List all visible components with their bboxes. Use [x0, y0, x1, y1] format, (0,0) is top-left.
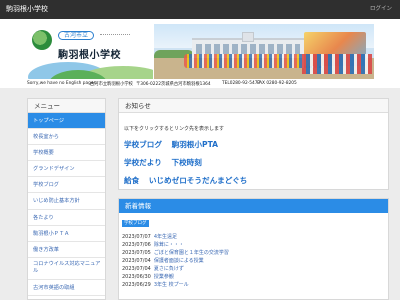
notice-links-row-1: 学校ブログ 駒羽根小PTA	[124, 139, 225, 150]
notice-heading: お知らせ	[119, 99, 388, 113]
sidebar-item-pta[interactable]: 駒羽根小ＰＴＡ	[28, 226, 105, 242]
school-blog-link[interactable]: 学校ブログ	[124, 140, 162, 149]
header-photo	[154, 24, 374, 79]
sidebar-item-top[interactable]: トップページ	[28, 113, 105, 130]
pta-link[interactable]: 駒羽根小PTA	[172, 140, 218, 149]
sidebar-item-overview[interactable]: 学校概要	[28, 145, 105, 162]
news-heading: 新着情報	[119, 199, 388, 213]
sidebar-item-principal[interactable]: 校長室から	[28, 129, 105, 146]
notice-panel: お知らせ 以下をクリックするとリンク先を表示します 学校ブログ 駒羽根小PTA …	[118, 98, 389, 190]
tel: TEL0280-92-5477	[222, 81, 261, 86]
news-item[interactable]: 2023/07/04 保護者面談による授業	[122, 257, 204, 265]
news-item[interactable]: 2023/07/05 ごぼと保育園と１年生の交流学習	[122, 249, 229, 257]
news-item[interactable]: 2023/07/07 4年生遠足	[122, 233, 177, 241]
notice-links-row-2: 学校だより 下校時刻	[124, 157, 209, 168]
sidebar-item-anti-bullying[interactable]: いじめ防止基本方針	[28, 193, 105, 210]
sidebar-heading: メニュー	[28, 99, 105, 113]
dismissal-time-link[interactable]: 下校時刻	[171, 158, 201, 167]
notice-intro: 以下をクリックするとリンク先を表示します	[124, 126, 225, 132]
lunch-link[interactable]: 給食	[124, 176, 139, 185]
address: 〒306-0222茨城県古河市駒羽根1364	[136, 82, 211, 87]
news-panel: 新着情報 学校ブログ 2023/07/07 4年生遠足 2023/07/06 除茸に…	[118, 198, 389, 300]
login-link[interactable]: ログイン	[370, 4, 392, 12]
news-item[interactable]: 2023/07/04 夏さに負けず	[122, 265, 184, 273]
news-item[interactable]: 2023/06/29 3年生 校プール	[122, 281, 189, 289]
english-notice: Sorry,we have no English pages.	[27, 81, 98, 86]
bullying-consultation-link[interactable]: いじめゼロそうだんまどぐち	[149, 176, 248, 185]
divider	[100, 34, 130, 35]
sidebar-menu: メニュー トップページ 校長室から 学校概要 グランドデザイン 学校ブログ いじ…	[27, 98, 106, 300]
top-bar: 駒羽根小学校 ログイン	[0, 0, 400, 19]
news-item[interactable]: 2023/06/30 授業参観	[122, 273, 174, 281]
city-label: 古河市立	[58, 31, 95, 40]
logo-hills-graphic	[28, 60, 153, 79]
header: 古河市立 駒羽根小学校	[0, 19, 400, 85]
sidebar-item-covid-manual[interactable]: コロナウイルス対応マニュアル	[28, 258, 105, 280]
newsletter-link[interactable]: 学校だより	[124, 158, 162, 167]
sidebar-item-newsletters[interactable]: 各たより	[28, 210, 105, 226]
sidebar-item-blog[interactable]: 学校ブログ	[28, 177, 105, 194]
fax: FAX 0280-92-8205	[257, 81, 297, 86]
notice-links-row-3: 給食 いじめゼロそうだんまどぐち	[124, 175, 254, 186]
sidebar-item-english[interactable]: 古河市英語の取組	[28, 280, 105, 296]
sidebar-item-grand-design[interactable]: グランドデザイン	[28, 161, 105, 178]
school-info-bar: Sorry,we have no English pages. 古河市立駒羽根小…	[0, 79, 400, 88]
sidebar-item-work-reform[interactable]: 働き方改革	[28, 242, 105, 258]
site-title[interactable]: 駒羽根小学校	[6, 4, 48, 14]
school-full-name: 古河市立駒羽根小学校	[90, 82, 133, 87]
news-item[interactable]: 2023/07/06 除茸に・・・	[122, 241, 184, 249]
school-name: 駒羽根小学校	[58, 50, 121, 61]
city-emblem-icon	[32, 30, 52, 50]
category-badge: 学校ブログ	[122, 220, 149, 227]
